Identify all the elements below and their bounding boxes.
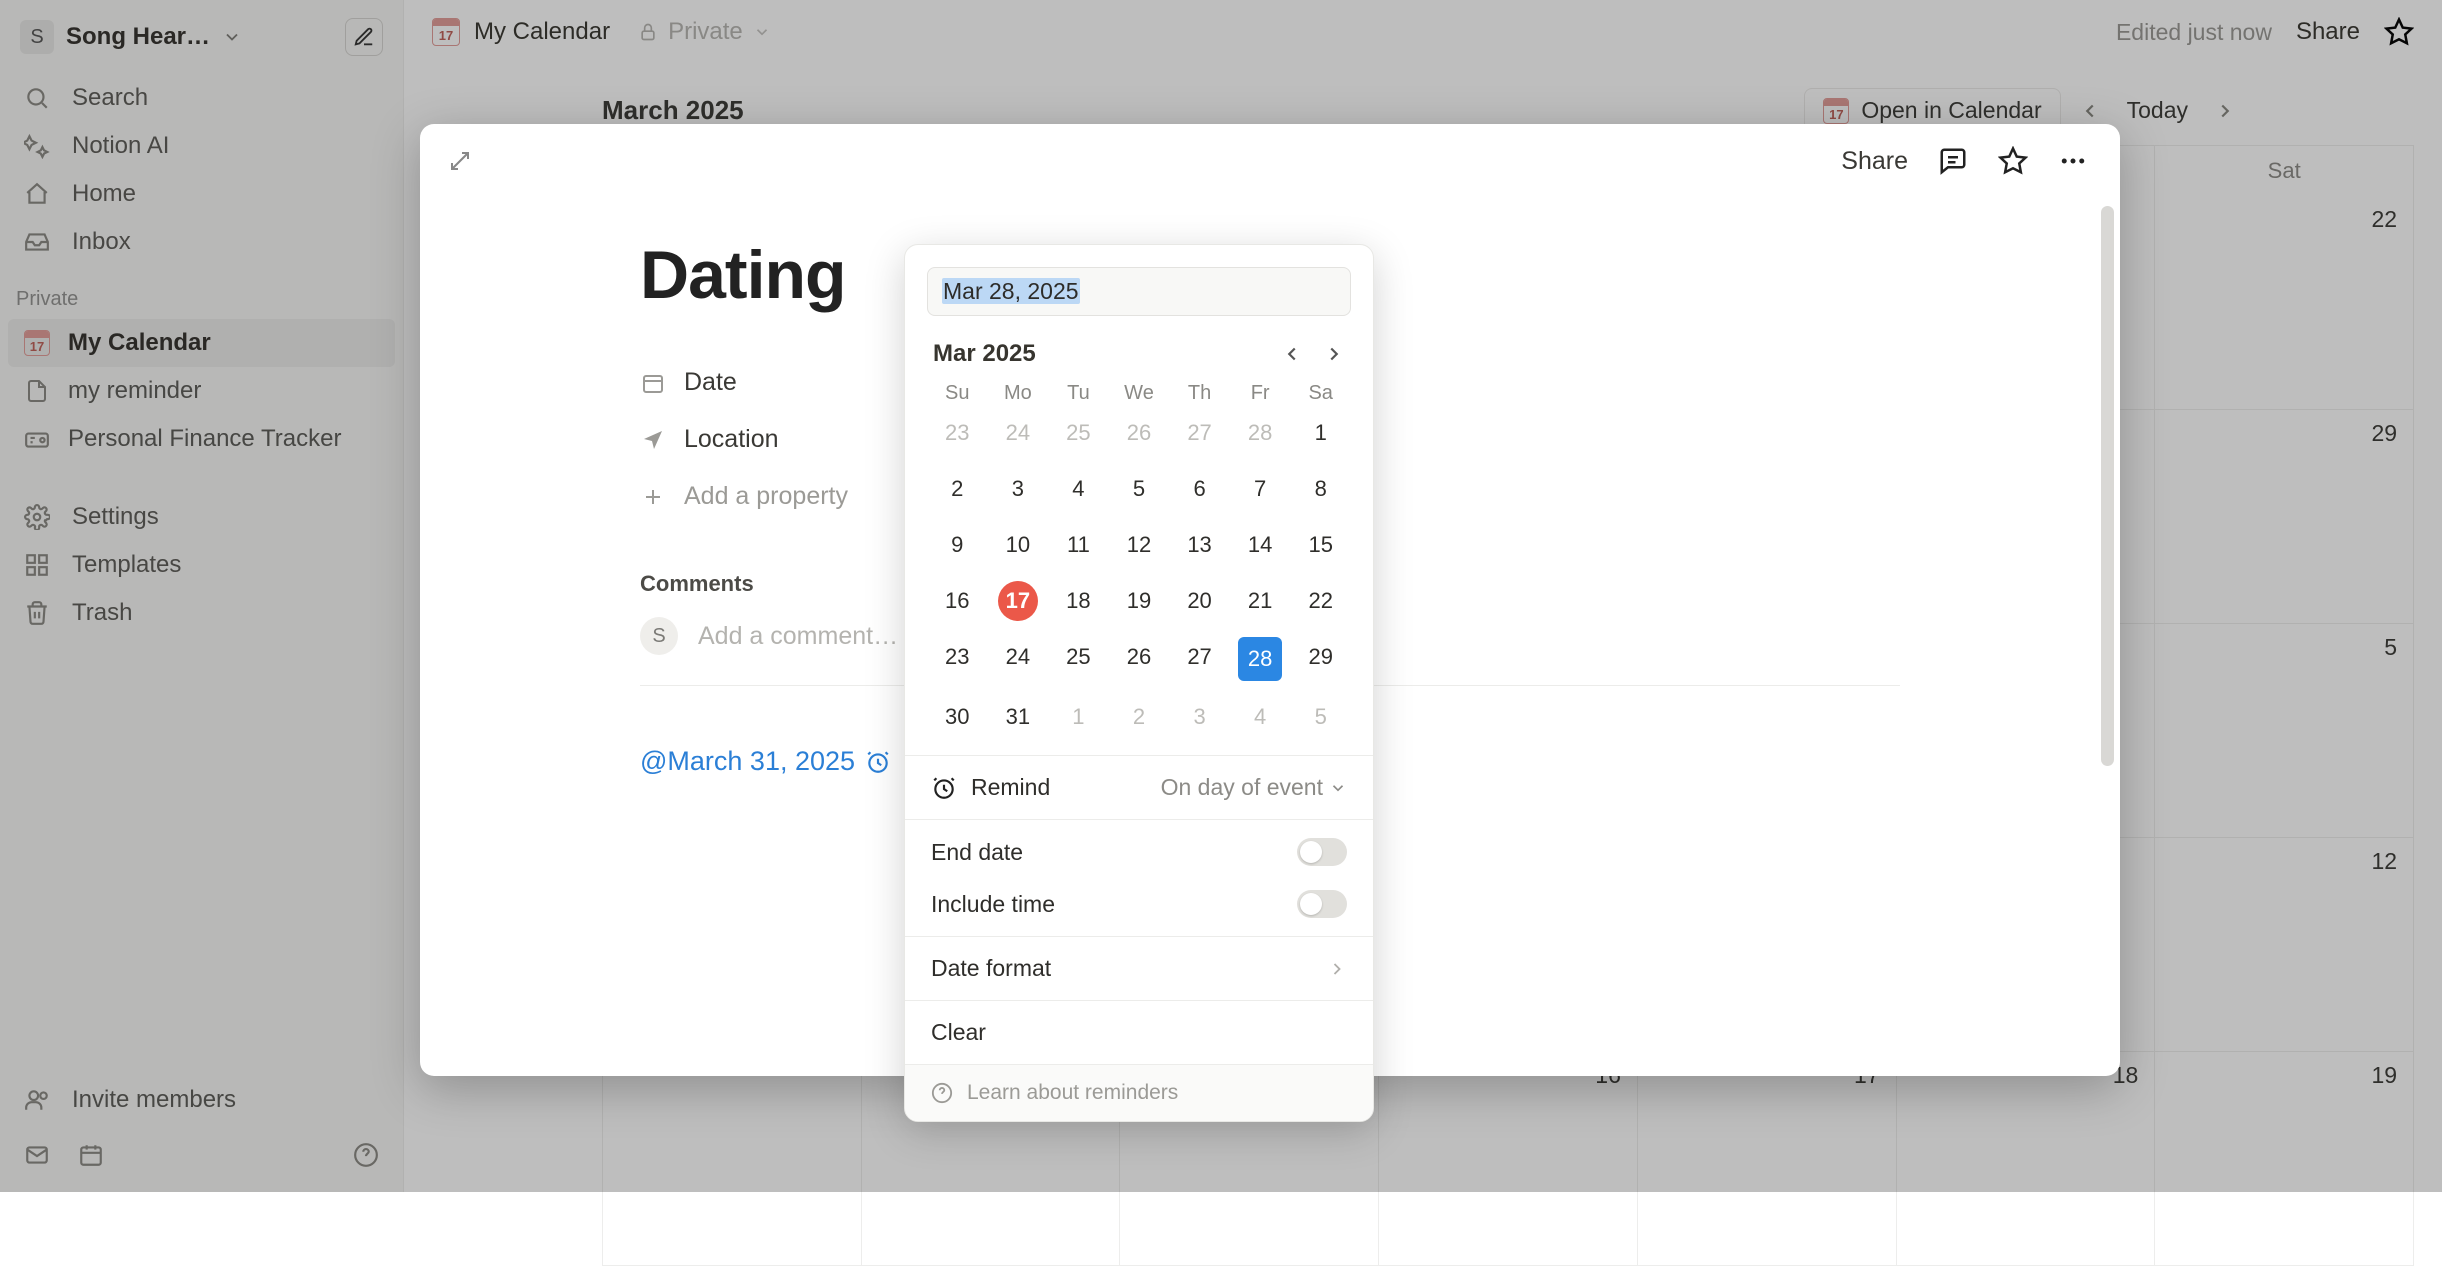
remind-value: On day of event (1161, 774, 1347, 801)
picker-day[interactable]: 27 (1169, 637, 1230, 677)
expand-icon[interactable] (448, 149, 472, 173)
picker-weekday: Th (1169, 382, 1230, 405)
picker-day[interactable]: 21 (1230, 581, 1291, 621)
scrollbar[interactable] (2101, 206, 2114, 766)
property-label: Date (684, 368, 737, 397)
date-format-label: Date format (931, 955, 1051, 982)
picker-day[interactable]: 3 (988, 469, 1049, 509)
picker-day[interactable]: 18 (1048, 581, 1109, 621)
chevron-right-icon (1327, 959, 1347, 979)
picker-weekday: Tu (1048, 382, 1109, 405)
end-date-label: End date (931, 839, 1023, 866)
picker-day[interactable]: 11 (1048, 525, 1109, 565)
picker-month-label: Mar 2025 (933, 340, 1036, 368)
picker-day[interactable]: 26 (1109, 637, 1170, 677)
picker-day[interactable]: 8 (1290, 469, 1351, 509)
picker-day[interactable]: 4 (1230, 697, 1291, 737)
picker-day[interactable]: 1 (1290, 413, 1351, 453)
picker-weekday: We (1109, 382, 1170, 405)
learn-reminders-link[interactable]: Learn about reminders (905, 1064, 1373, 1121)
picker-next-month[interactable] (1323, 343, 1345, 365)
picker-day[interactable]: 28 (1238, 637, 1282, 681)
picker-day[interactable]: 1 (1048, 697, 1109, 737)
location-icon (640, 428, 666, 452)
property-label: Location (684, 425, 779, 454)
picker-day[interactable]: 19 (1109, 581, 1170, 621)
picker-day[interactable]: 31 (988, 697, 1049, 737)
date-picker-popover: Mar 28, 2025 Mar 2025 SuMoTuWeThFrSa 232… (904, 244, 1374, 1122)
picker-day[interactable]: 5 (1109, 469, 1170, 509)
include-time-toggle[interactable] (1297, 890, 1347, 918)
clear-button[interactable]: Clear (927, 1001, 1351, 1064)
clock-icon (865, 749, 891, 775)
picker-day[interactable]: 24 (988, 413, 1049, 453)
plus-icon (640, 485, 666, 509)
picker-day[interactable]: 16 (927, 581, 988, 621)
help-icon (931, 1082, 953, 1104)
picker-day[interactable]: 20 (1169, 581, 1230, 621)
date-input[interactable]: Mar 28, 2025 (927, 267, 1351, 316)
picker-day[interactable]: 12 (1109, 525, 1170, 565)
end-date-row[interactable]: End date (927, 820, 1351, 884)
calendar-icon (640, 371, 666, 395)
avatar: S (640, 617, 678, 655)
picker-day[interactable]: 29 (1290, 637, 1351, 677)
clear-label: Clear (931, 1019, 986, 1046)
picker-weekday: Su (927, 382, 988, 405)
picker-day[interactable]: 13 (1169, 525, 1230, 565)
more-icon[interactable] (2058, 146, 2088, 176)
alarm-icon (931, 775, 957, 801)
picker-day[interactable]: 17 (998, 581, 1038, 621)
picker-day[interactable]: 9 (927, 525, 988, 565)
date-mention-text: @March 31, 2025 (640, 746, 855, 777)
picker-day[interactable]: 25 (1048, 413, 1109, 453)
picker-day[interactable]: 2 (1109, 697, 1170, 737)
picker-day[interactable]: 30 (927, 697, 988, 737)
picker-weekday: Mo (988, 382, 1049, 405)
picker-day-grid: 2324252627281234567891011121314151617181… (927, 413, 1351, 755)
picker-day[interactable]: 5 (1290, 697, 1351, 737)
picker-day[interactable]: 10 (988, 525, 1049, 565)
picker-day[interactable]: 26 (1109, 413, 1170, 453)
picker-day[interactable]: 14 (1230, 525, 1291, 565)
picker-day[interactable]: 24 (988, 637, 1049, 677)
picker-day[interactable]: 23 (927, 637, 988, 677)
picker-day[interactable]: 28 (1230, 413, 1291, 453)
picker-day[interactable]: 7 (1230, 469, 1291, 509)
comments-icon[interactable] (1938, 146, 1968, 176)
picker-day[interactable]: 25 (1048, 637, 1109, 677)
include-time-label: Include time (931, 891, 1055, 918)
picker-day[interactable]: 6 (1169, 469, 1230, 509)
learn-label: Learn about reminders (967, 1081, 1178, 1105)
picker-day[interactable]: 27 (1169, 413, 1230, 453)
remind-label: Remind (971, 774, 1050, 801)
remind-row[interactable]: Remind On day of event (927, 756, 1351, 819)
date-format-row[interactable]: Date format (927, 937, 1351, 1000)
picker-weekdays: SuMoTuWeThFrSa (927, 382, 1351, 413)
picker-weekday: Fr (1230, 382, 1291, 405)
include-time-row[interactable]: Include time (927, 884, 1351, 936)
picker-day[interactable]: 15 (1290, 525, 1351, 565)
picker-day[interactable]: 22 (1290, 581, 1351, 621)
picker-day[interactable]: 4 (1048, 469, 1109, 509)
picker-day[interactable]: 23 (927, 413, 988, 453)
favorite-icon[interactable] (1998, 146, 2028, 176)
date-input-value: Mar 28, 2025 (942, 278, 1080, 304)
comment-placeholder: Add a comment… (698, 622, 898, 651)
end-date-toggle[interactable] (1297, 838, 1347, 866)
add-property-label: Add a property (684, 482, 848, 511)
picker-day[interactable]: 2 (927, 469, 988, 509)
modal-share-button[interactable]: Share (1841, 147, 1908, 176)
picker-weekday: Sa (1290, 382, 1351, 405)
picker-day[interactable]: 3 (1169, 697, 1230, 737)
picker-prev-month[interactable] (1281, 343, 1303, 365)
